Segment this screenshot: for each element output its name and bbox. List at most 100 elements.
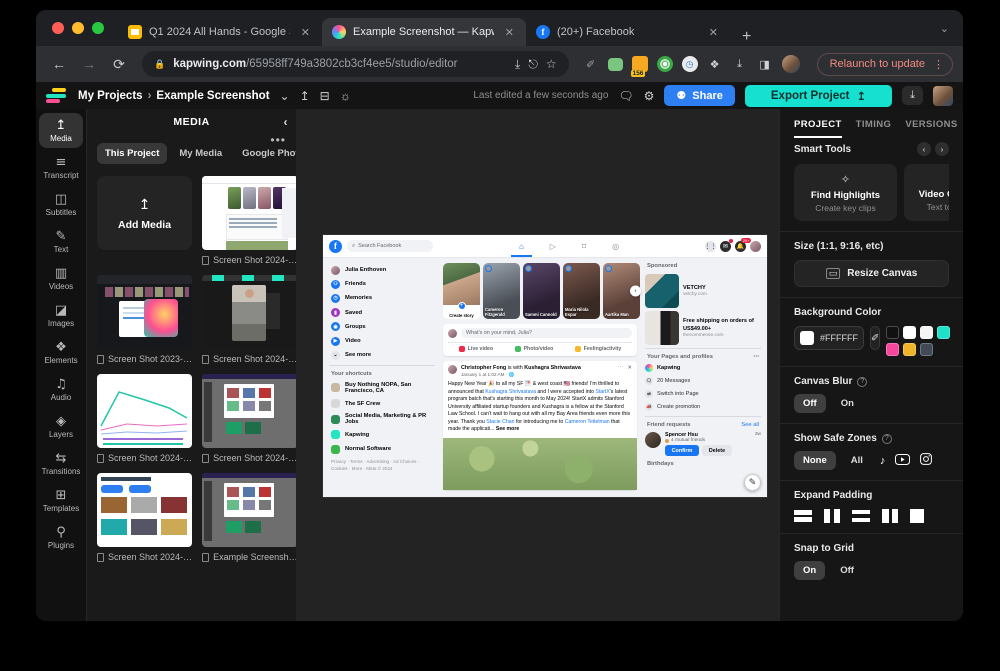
new-tab-button[interactable]: +	[730, 28, 763, 46]
downloads-icon[interactable]: ⤓	[732, 56, 748, 72]
captions-icon[interactable]: ⊟	[320, 89, 330, 103]
fb-story-create[interactable]: +Create story	[443, 263, 480, 319]
close-tab-icon[interactable]: ✕	[705, 24, 722, 41]
collapse-panel-icon[interactable]: ‹	[284, 115, 289, 129]
fb-shortcut-item[interactable]: Kapwing	[329, 428, 435, 442]
media-more-menu-icon[interactable]: •••	[270, 133, 286, 147]
color-swatch[interactable]	[937, 326, 950, 339]
add-media-button[interactable]: ↥ Add Media	[97, 176, 192, 250]
minimize-window-button[interactable]	[72, 22, 84, 34]
target-extension-icon[interactable]	[657, 56, 673, 72]
fb-action-photo-video[interactable]: Photo/video	[515, 346, 554, 352]
install-app-icon[interactable]: ⤓	[515, 57, 520, 72]
kapwing-profile-avatar[interactable]	[933, 86, 953, 106]
tab-kapwing-active[interactable]: Example Screenshot — Kapwi ✕	[322, 18, 526, 46]
green-extension-icon[interactable]	[608, 58, 623, 71]
fb-confirm-button[interactable]: Confirm	[665, 445, 699, 456]
back-button[interactable]: ←	[46, 56, 72, 72]
help-icon[interactable]: ?	[857, 377, 867, 387]
canvas-workspace[interactable]: f ⌕Search Facebook ⌂ ▷ ⌑ ◎ ⋮⋮ ✉ 🔔20+	[296, 109, 779, 621]
resize-canvas-button[interactable]: ▭Resize Canvas	[794, 260, 949, 287]
rail-item-transcript[interactable]: ≡Transcript	[39, 150, 83, 185]
media-thumbnail[interactable]	[202, 176, 296, 250]
rail-item-images[interactable]: ◪Images	[39, 298, 83, 333]
rail-item-videos[interactable]: ▥Videos	[39, 261, 83, 296]
help-icon[interactable]: ?	[882, 434, 892, 444]
fb-post-image[interactable]	[443, 438, 637, 490]
rail-item-layers[interactable]: ◈Layers	[39, 409, 83, 444]
password-extension-icon[interactable]: 156	[632, 56, 648, 72]
fb-post-close-icon[interactable]: ✕	[627, 365, 632, 378]
color-swatch[interactable]	[903, 343, 916, 356]
fb-menu-video[interactable]: ▶Video	[329, 334, 435, 348]
fb-menu-saved[interactable]: ▮Saved	[329, 306, 435, 320]
color-swatch[interactable]	[903, 326, 916, 339]
fb-post-more-icon[interactable]: ⋯	[618, 365, 624, 378]
color-swatch[interactable]	[886, 343, 899, 356]
find-highlights-card[interactable]: ✧ Find Highlights Create key clips	[794, 164, 897, 221]
fb-page-item[interactable]: 📣Create promotion	[645, 400, 761, 413]
rail-item-audio[interactable]: ♫Audio	[39, 372, 83, 407]
fb-composer-avatar[interactable]	[448, 329, 457, 338]
relaunch-to-update-button[interactable]: Relaunch to update⋮	[817, 53, 953, 76]
fb-menu-friends[interactable]: ⚇Friends	[329, 277, 435, 291]
youtube-icon[interactable]	[895, 454, 910, 468]
suggestions-bulb-icon[interactable]: ☼	[340, 89, 351, 103]
hex-color-field[interactable]: #FFFFFF	[794, 326, 864, 350]
extensions-puzzle-icon[interactable]: ❖	[707, 56, 723, 72]
address-bar[interactable]: 🔒 kapwing.com/65958ff749a3802cb3cf4ee5/s…	[142, 51, 569, 77]
fb-menu-grid-icon[interactable]: ⋮⋮	[705, 241, 716, 252]
fb-composer-input[interactable]: What's on your mind, Julia?	[461, 328, 632, 338]
media-thumbnail[interactable]	[97, 374, 192, 448]
fb-notifications-icon[interactable]: 🔔20+	[735, 241, 746, 252]
safe-zones-all-toggle[interactable]: All	[842, 451, 872, 470]
fb-menu-memories[interactable]: ◷Memories	[329, 291, 435, 305]
fb-messenger-icon[interactable]: ✉	[720, 241, 731, 252]
media-thumbnail[interactable]	[202, 275, 296, 349]
pad-all-icon[interactable]	[910, 509, 924, 523]
upload-project-icon[interactable]: ↥	[300, 89, 310, 103]
reload-button[interactable]: ⟳	[106, 56, 132, 73]
safe-zones-none-toggle[interactable]: None	[794, 451, 836, 470]
media-thumbnail[interactable]	[97, 473, 192, 547]
share-button[interactable]: ⚉Share	[664, 85, 734, 106]
fb-search-input[interactable]: ⌕Search Facebook	[347, 240, 433, 252]
fb-story-item[interactable]: Maria Nilola Espar	[563, 263, 600, 319]
rail-item-media[interactable]: ↥Media	[39, 113, 83, 148]
fb-logo-icon[interactable]: f	[329, 240, 342, 253]
breadcrumb-project-name[interactable]: Example Screenshot	[156, 90, 269, 102]
close-window-button[interactable]	[52, 22, 64, 34]
tab-search-chevron-icon[interactable]: ⌄	[940, 22, 963, 35]
fb-marketplace-tab-icon[interactable]: ⌑	[582, 235, 586, 257]
canvas-facebook-screenshot[interactable]: f ⌕Search Facebook ⌂ ▷ ⌑ ◎ ⋮⋮ ✉ 🔔20+	[323, 235, 767, 497]
pad-vertical-icon[interactable]	[881, 509, 899, 523]
tab-facebook[interactable]: f (20+) Facebook ✕	[526, 18, 730, 46]
forward-button[interactable]: →	[76, 56, 102, 72]
fb-home-tab-icon[interactable]: ⌂	[519, 235, 524, 257]
breadcrumb-my-projects[interactable]: My Projects	[78, 90, 143, 102]
rail-item-subtitles[interactable]: ◫Subtitles	[39, 187, 83, 222]
pen-extension-icon[interactable]: ✐	[583, 56, 599, 72]
clock-extension-icon[interactable]: ◷	[682, 56, 698, 72]
fb-page-item[interactable]: ⇄Switch into Page	[645, 388, 761, 401]
close-tab-icon[interactable]: ✕	[297, 24, 314, 41]
download-button[interactable]: ⤓	[902, 86, 923, 105]
rail-item-templates[interactable]: ⊞Templates	[39, 483, 83, 518]
snap-on-toggle[interactable]: On	[794, 561, 825, 580]
share-page-icon[interactable]: ⎋	[528, 57, 538, 72]
fb-menu-see-more[interactable]: ⌄See more	[329, 348, 435, 362]
maximize-window-button[interactable]	[92, 22, 104, 34]
fb-stories-next-button[interactable]: ›	[630, 286, 641, 297]
color-swatch[interactable]	[920, 343, 933, 356]
eyedropper-button[interactable]: ✐	[870, 326, 880, 350]
fb-delete-button[interactable]: Delete	[702, 445, 732, 456]
fb-shortcut-item[interactable]: Normal Software	[329, 442, 435, 456]
bookmark-star-icon[interactable]: ☆	[546, 57, 557, 71]
fb-shortcut-item[interactable]: The SF Crew	[329, 397, 435, 411]
fb-story-item[interactable]: Sammi Cannold	[523, 263, 560, 319]
media-thumbnail[interactable]	[97, 275, 192, 349]
fb-friend-request-avatar[interactable]	[645, 432, 661, 448]
fb-action-feeling-activity[interactable]: Feeling/activity	[575, 346, 621, 352]
fb-post-link[interactable]: StartX	[595, 389, 609, 395]
canvas-blur-on-toggle[interactable]: On	[832, 394, 863, 413]
